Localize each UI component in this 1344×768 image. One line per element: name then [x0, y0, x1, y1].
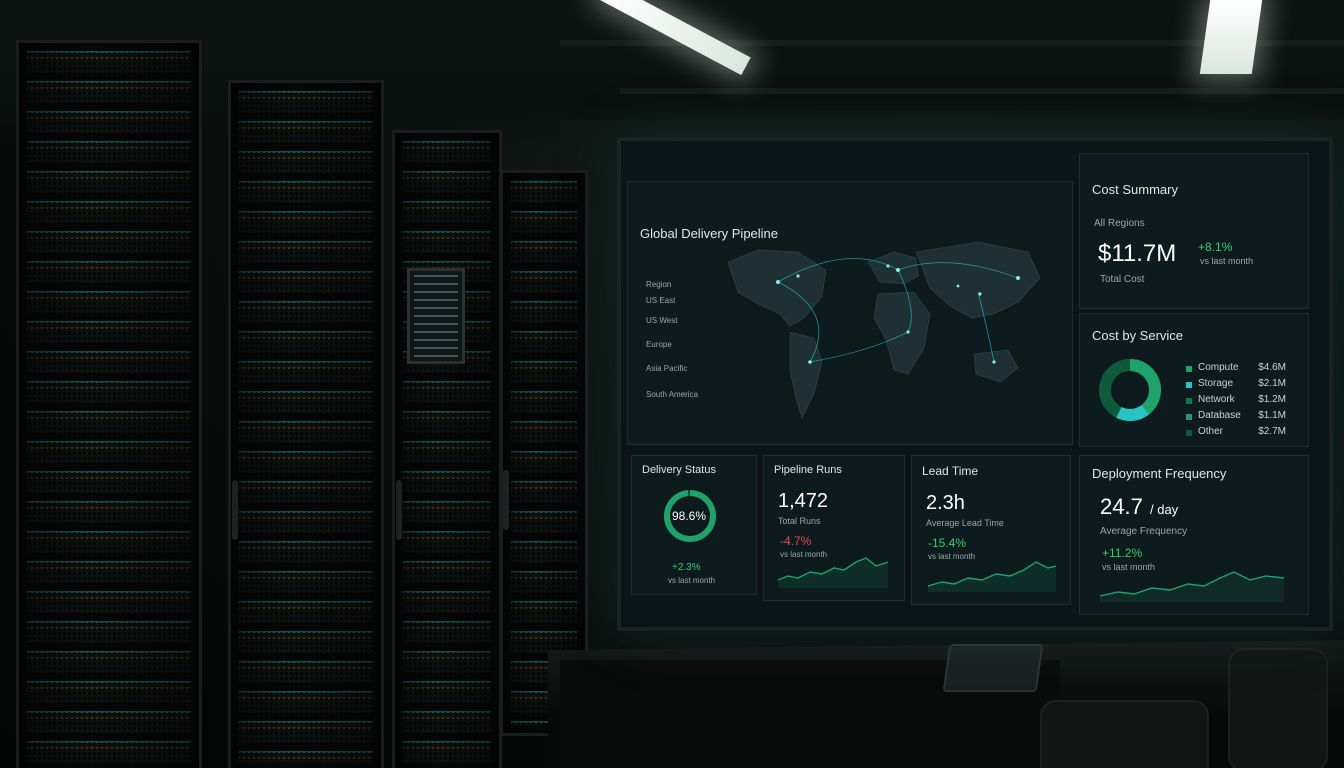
legend-swatch: [1186, 414, 1192, 420]
ceiling-beam: [620, 88, 1344, 94]
service-name: Database: [1198, 410, 1241, 421]
service-cost: $1.1M: [1258, 410, 1286, 421]
service-name: Storage: [1198, 378, 1234, 389]
cost-change-label: vs last month: [1200, 256, 1254, 266]
lead-time-panel: Lead Time 2.3h Average Lead Time -15.4% …: [911, 455, 1071, 605]
region-label: Europe: [646, 340, 672, 349]
service-cost: $1.2M: [1258, 394, 1286, 405]
legend-swatch: [1186, 366, 1192, 372]
pipeline-runs-change: -4.7%: [780, 534, 812, 548]
legend-swatch: [1186, 398, 1192, 404]
server-rack: [16, 40, 202, 768]
pipeline-runs-sparkline: [777, 557, 889, 588]
service-cost: $2.7M: [1258, 426, 1286, 437]
cost-by-service-panel: Cost by Service Compute $4.6M Storage $2.1…: [1079, 313, 1309, 447]
lead-time-sparkline: [927, 561, 1057, 592]
service-name: Compute: [1198, 362, 1239, 373]
wall-dashboard: Global Delivery Pipeline Region US East …: [617, 137, 1333, 631]
delivery-status-title: Delivery Status: [642, 464, 716, 476]
world-map: [727, 241, 1041, 419]
pipeline-runs-value: 1,472: [778, 490, 829, 512]
cost-by-service-title: Cost by Service: [1092, 328, 1184, 343]
region-label: Region: [646, 280, 672, 289]
deployment-frequency-panel: Deployment Frequency 24.7 / day Average …: [1079, 455, 1309, 615]
pipeline-runs-label: Total Runs: [778, 516, 821, 526]
rack-handle: [396, 480, 402, 540]
deployment-frequency-sparkline: [1099, 571, 1285, 602]
pipeline-runs-panel: Pipeline Runs 1,472 Total Runs -4.7% vs …: [763, 455, 905, 601]
server-rack: [392, 130, 502, 768]
rack-handle: [232, 480, 238, 540]
map-panel: Global Delivery Pipeline Region US East …: [627, 181, 1073, 445]
service-cost: $2.1M: [1258, 378, 1286, 389]
lead-time-change: -15.4%: [928, 536, 967, 550]
rack-handle: [503, 470, 509, 530]
total-cost-value: $11.7M: [1098, 240, 1177, 267]
delivery-status-value: 98.6%: [672, 509, 707, 523]
cost-change: +8.1%: [1198, 240, 1233, 254]
service-cost: $4.6M: [1258, 362, 1286, 373]
ceiling-light: [1199, 0, 1263, 74]
chair: [1040, 700, 1209, 768]
desk-tablet: [942, 644, 1044, 692]
service-donut: [1099, 359, 1161, 421]
service-legend-item: Storage $2.1M: [1186, 378, 1286, 392]
cost-summary-scope: All Regions: [1094, 218, 1145, 229]
region-label: US East: [646, 296, 676, 305]
lead-time-value: 2.3h: [926, 492, 965, 514]
deployment-frequency-change: +11.2%: [1102, 546, 1143, 560]
cost-summary-title: Cost Summary: [1092, 182, 1178, 197]
deployment-frequency-label: Average Frequency: [1100, 526, 1188, 537]
service-name: Other: [1198, 426, 1224, 437]
service-legend-item: Other $2.7M: [1186, 426, 1286, 440]
service-name: Network: [1198, 394, 1235, 405]
legend-swatch: [1186, 430, 1192, 436]
region-label: Asia Pacific: [646, 364, 688, 373]
service-legend-item: Network $1.2M: [1186, 394, 1286, 408]
delivery-status-change-label: vs last month: [668, 576, 716, 585]
total-cost-label: Total Cost: [1100, 274, 1145, 285]
deployment-frequency-unit: / day: [1150, 502, 1179, 517]
service-legend-item: Compute $4.6M: [1186, 362, 1286, 376]
rack-status-display: [407, 268, 465, 364]
delivery-status-panel: Delivery Status 98.6% +2.3% vs last mont…: [631, 455, 757, 595]
pipeline-runs-title: Pipeline Runs: [774, 464, 842, 476]
delivery-status-change: +2.3%: [672, 562, 701, 573]
legend-swatch: [1186, 382, 1192, 388]
region-label: US West: [646, 316, 678, 325]
deployment-frequency-value: 24.7: [1100, 494, 1143, 519]
lead-time-title: Lead Time: [922, 464, 979, 478]
deployment-frequency-title: Deployment Frequency: [1092, 466, 1227, 481]
server-room-scene: Global Delivery Pipeline Region US East …: [0, 0, 1344, 768]
server-rack: [228, 80, 384, 768]
chair: [1228, 648, 1328, 768]
lead-time-label: Average Lead Time: [926, 518, 1004, 528]
service-legend-item: Database $1.1M: [1186, 410, 1286, 424]
region-label: South America: [646, 390, 699, 399]
cost-summary-panel: Cost Summary All Regions $11.7M Total Co…: [1079, 153, 1309, 309]
